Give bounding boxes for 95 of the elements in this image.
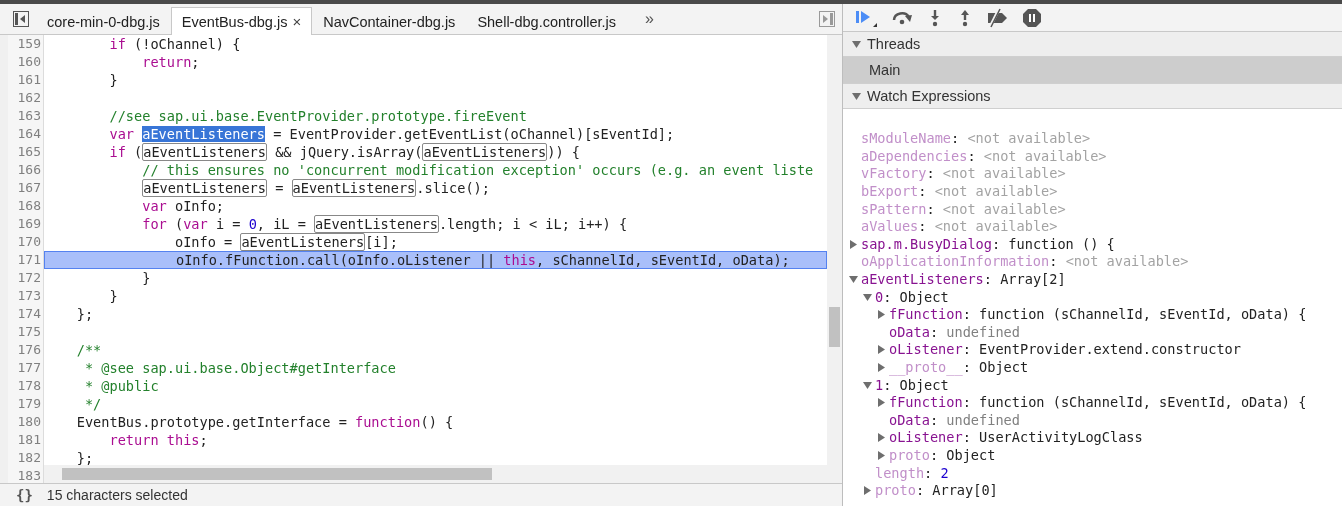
watch-entry: sPattern: <not available> bbox=[861, 200, 1066, 218]
line-number: 167 bbox=[16, 179, 42, 197]
expand-arrow-icon[interactable] bbox=[863, 486, 872, 496]
line-number: 174 bbox=[16, 305, 42, 323]
watch-entry: oListener: UserActivityLogClass bbox=[889, 429, 1143, 447]
expand-arrow-icon[interactable] bbox=[877, 451, 886, 460]
expand-arrow-icon[interactable] bbox=[877, 363, 886, 372]
watch-entry: vFactory: <not available> bbox=[861, 165, 1066, 183]
pretty-print-button[interactable]: {} bbox=[16, 487, 33, 503]
line-number: 175 bbox=[16, 323, 42, 341]
expand-arrow-icon[interactable] bbox=[877, 345, 886, 355]
expand-arrow-icon[interactable] bbox=[852, 39, 861, 49]
expand-arrow-icon[interactable] bbox=[849, 275, 858, 285]
pause-on-exceptions-icon[interactable] bbox=[1021, 7, 1043, 28]
line-number: 171 bbox=[16, 251, 42, 269]
sidebar-toggle-icon[interactable] bbox=[10, 10, 32, 28]
line-number: 178 bbox=[16, 377, 42, 395]
code-line: var oInfo; bbox=[141, 197, 226, 215]
watch-entry: sModuleName: <not available> bbox=[861, 130, 1091, 148]
code-line: }; bbox=[75, 305, 95, 323]
code-line: } bbox=[141, 269, 152, 287]
code-line: * @public bbox=[83, 377, 160, 395]
code-line: } bbox=[108, 287, 119, 305]
watch-entry: bExport: <not available> bbox=[861, 183, 1058, 201]
expand-arrow-icon[interactable] bbox=[877, 398, 886, 408]
code-line: EventBus.prototype.getInterface = function() { bbox=[75, 413, 455, 431]
expand-arrow-icon[interactable] bbox=[852, 91, 861, 101]
line-number: 161 bbox=[16, 71, 42, 89]
line-number: 180 bbox=[16, 413, 42, 431]
section-header[interactable]: Watch Expressions bbox=[843, 84, 1342, 109]
code-line: } bbox=[108, 71, 119, 89]
line-number: 183 bbox=[16, 467, 42, 483]
line-number: 159 bbox=[16, 35, 42, 53]
code-line: aEventListeners = aEventListeners.slice(); bbox=[141, 179, 491, 197]
watch-entry: 0: Object bbox=[875, 288, 949, 306]
watch-entry: aDependencies: <not available> bbox=[861, 147, 1107, 165]
file-tab[interactable]: NavContainer-dbg.js bbox=[312, 8, 467, 35]
watch-entry: proto: Object bbox=[889, 447, 996, 464]
code-line: return; bbox=[141, 53, 201, 71]
watch-entry: aEventListeners: Array[2] bbox=[861, 271, 1066, 289]
line-number: 169 bbox=[16, 215, 42, 233]
code-line: return this; bbox=[108, 431, 209, 449]
file-tab[interactable]: Shell-dbg.controller.js bbox=[466, 8, 627, 35]
line-number: 162 bbox=[16, 89, 42, 107]
watch-entry: oApplicationInformation: <not available> bbox=[861, 253, 1189, 271]
watch-entry: 1: Object bbox=[875, 376, 949, 394]
vertical-scrollbar[interactable] bbox=[827, 35, 842, 483]
code-line: // this ensures no 'concurrent modification exception' occurs (e.g. an event liste bbox=[141, 161, 815, 179]
code-line: */ bbox=[83, 395, 103, 413]
code-line: //see sap.ui.base.EventProvider.prototype.fireEvent bbox=[108, 107, 528, 125]
expand-arrow-icon[interactable] bbox=[849, 239, 858, 249]
line-number: 163 bbox=[16, 107, 42, 125]
section-header[interactable]: Threads bbox=[843, 32, 1342, 57]
expand-arrow-icon[interactable] bbox=[877, 433, 886, 443]
code-line: /** bbox=[75, 341, 103, 359]
line-number: 177 bbox=[16, 359, 42, 377]
panel-toggle-icon[interactable] bbox=[816, 10, 838, 28]
code-line: for (var i = 0, iL = aEventListeners.length; i < iL; i++) { bbox=[141, 215, 629, 233]
file-tab[interactable]: core-min-0-dbg.js bbox=[36, 8, 171, 35]
line-number: 172 bbox=[16, 269, 42, 287]
watch-entry: oData: undefined bbox=[889, 323, 1020, 341]
close-button[interactable]: × bbox=[292, 13, 302, 30]
horizontal-scrollbar[interactable] bbox=[44, 465, 827, 483]
line-number: 164 bbox=[16, 125, 42, 143]
watch-entry: sap.m.BusyDialog: function () { bbox=[861, 235, 1115, 253]
selection-status: 15 characters selected bbox=[46, 487, 188, 503]
line-number: 179 bbox=[16, 395, 42, 413]
watch-entry: fFunction: function (sChannelId, sEventId, oData) { bbox=[889, 306, 1307, 324]
watch-entry: __proto__: Object bbox=[889, 359, 1029, 376]
watch-entry: oData: undefined bbox=[889, 411, 1020, 429]
line-number: 160 bbox=[16, 53, 42, 71]
file-tab[interactable]: EventBus-dbg.js × bbox=[170, 7, 313, 35]
expand-arrow-icon[interactable] bbox=[863, 380, 872, 390]
watch-entry: proto: Array[0] bbox=[875, 482, 998, 500]
code-line: if (aEventListeners && jQuery.isArray(aEventListeners)) { bbox=[108, 143, 581, 161]
line-number: 176 bbox=[16, 341, 42, 359]
thread-item[interactable]: Main bbox=[843, 57, 1342, 84]
line-number: 170 bbox=[16, 233, 42, 251]
code-line: }; bbox=[75, 449, 95, 465]
code-line: var aEventListeners = EventProvider.getEventList(oChannel)[sEventId]; bbox=[108, 125, 676, 143]
expand-arrow-icon[interactable] bbox=[863, 292, 872, 302]
line-number: 166 bbox=[16, 161, 42, 179]
code-line: * @see sap.ui.base.Object#getInterface bbox=[83, 359, 397, 377]
expand-arrow-icon[interactable] bbox=[877, 310, 886, 320]
watch-entry: fFunction: function (sChannelId, sEventId, oData) { bbox=[889, 394, 1307, 412]
more-tabs-button[interactable]: » bbox=[645, 10, 654, 28]
line-number: 165 bbox=[16, 143, 42, 161]
watch-entry: aValues: <not available> bbox=[861, 218, 1058, 236]
watch-entry: oListener: EventProvider.extend.constructor bbox=[889, 341, 1241, 359]
watch-entry: length: 2 bbox=[875, 464, 949, 482]
line-number: 173 bbox=[16, 287, 42, 305]
line-number: 181 bbox=[16, 431, 42, 449]
line-number: 182 bbox=[16, 449, 42, 467]
code-line: if (!oChannel) { bbox=[108, 35, 242, 53]
line-number: 168 bbox=[16, 197, 42, 215]
